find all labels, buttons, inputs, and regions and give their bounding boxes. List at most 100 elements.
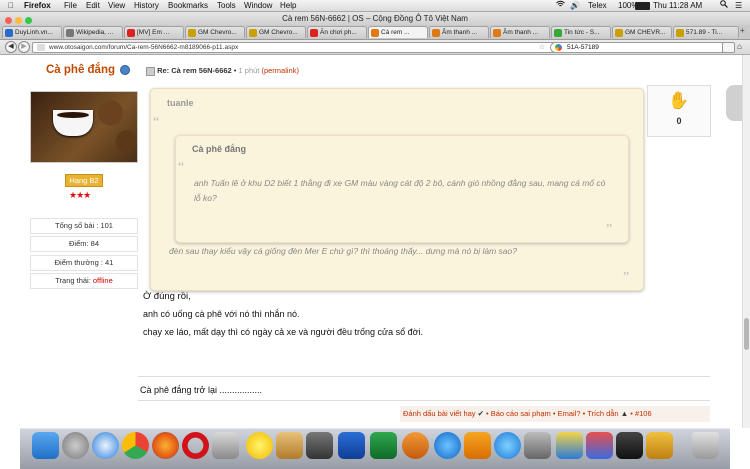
page-scrollbar[interactable] — [742, 55, 750, 428]
author-name[interactable]: Cà phê đắng — [46, 64, 131, 76]
movie-icon[interactable] — [616, 432, 643, 459]
tab-9[interactable]: Tin tức - S... — [551, 26, 611, 38]
facetime-icon[interactable] — [306, 432, 333, 459]
folder-icon[interactable] — [646, 432, 673, 459]
coffee-cup-icon — [53, 110, 93, 136]
tab-7[interactable]: Âm thanh ... — [429, 26, 489, 38]
tab-10[interactable]: GM CHEVR... — [612, 26, 672, 38]
stat-points: Điểm: 84 — [30, 236, 138, 252]
excel-icon[interactable] — [370, 432, 397, 459]
powerpoint-icon[interactable] — [402, 432, 429, 459]
chrome-icon[interactable] — [122, 432, 149, 459]
tab-favicon — [188, 29, 196, 37]
quote-text: anh Tuấn lê ở khu D2 biết 1 thằng đi xe … — [194, 178, 606, 203]
forward-icon[interactable]: ▶ — [18, 41, 30, 53]
spotlight-icon[interactable] — [720, 0, 728, 11]
firefox-icon[interactable] — [152, 432, 179, 459]
quote-link[interactable]: Trích dẫn — [587, 409, 618, 418]
contacts-icon[interactable] — [276, 432, 303, 459]
email-link[interactable]: Email? — [558, 409, 581, 418]
launchpad-icon[interactable] — [62, 432, 89, 459]
photos-icon[interactable] — [556, 432, 583, 459]
mark-good-post-link[interactable]: Đánh dấu bài viết hay — [403, 409, 476, 418]
menu-tools[interactable]: Tools — [217, 0, 236, 11]
menu-history[interactable]: History — [134, 0, 159, 11]
tab-favicon — [493, 29, 501, 37]
side-panel-handle[interactable] — [726, 85, 742, 121]
home-icon[interactable]: ⌂ — [737, 42, 746, 51]
permalink-link[interactable]: (permalink) — [261, 66, 299, 75]
quote-inner: Cà phê đắng “ anh Tuấn lê ở khu D2 biết … — [175, 135, 629, 243]
battery-icon — [635, 2, 650, 10]
opera-icon[interactable] — [182, 432, 209, 459]
menu-bookmarks[interactable]: Bookmarks — [168, 0, 208, 11]
tab-2[interactable]: [MV] Em ... — [124, 26, 184, 38]
post-number[interactable]: #106 — [635, 409, 652, 418]
bookmark-star-icon[interactable]: ☆ — [539, 43, 545, 52]
apple-icon[interactable]:  — [8, 0, 14, 11]
menu-app-name[interactable]: Firefox — [24, 0, 51, 11]
new-tab-icon[interactable]: + — [740, 26, 745, 35]
site-identity-icon[interactable] — [37, 44, 45, 51]
scrollbar-thumb[interactable] — [744, 318, 749, 350]
stat-posts: Tổng số bài : 101 — [30, 218, 138, 234]
tab-favicon — [66, 29, 74, 37]
tab-favicon — [554, 29, 562, 37]
minimize-window-button[interactable] — [15, 17, 22, 24]
tab-8[interactable]: Âm thanh ... — [490, 26, 550, 38]
safari-icon[interactable] — [92, 432, 119, 459]
tab-3[interactable]: GM Chevro... — [185, 26, 245, 38]
system-preferences-icon[interactable] — [524, 432, 551, 459]
tab-label: Âm thanh ... — [442, 29, 478, 36]
tab-favicon — [127, 29, 135, 37]
tab-1[interactable]: Wikipedia, ... — [63, 26, 123, 38]
messenger-icon[interactable] — [246, 432, 273, 459]
tab-label: Tin tức - S... — [564, 29, 600, 36]
menu-file[interactable]: File — [64, 0, 77, 11]
wifi-icon[interactable] — [556, 0, 565, 11]
url-bar[interactable]: www.otosaigon.com/forum/Ca-rem-56N6662-m… — [32, 42, 564, 53]
thumbs-up-icon[interactable]: ✋ — [668, 91, 689, 111]
menu-window[interactable]: Window — [244, 0, 272, 11]
tab-6-active[interactable]: Cà rem ... — [368, 26, 428, 38]
author-avatar[interactable] — [30, 91, 138, 163]
ibooks-icon[interactable] — [464, 432, 491, 459]
back-icon[interactable]: ◀ — [5, 41, 17, 53]
open-quote-icon: “ — [153, 115, 160, 130]
zoom-window-button[interactable] — [25, 17, 32, 24]
input-method-label[interactable]: Telex — [588, 0, 607, 11]
tab-5[interactable]: Ăn chơi ph... — [307, 26, 367, 38]
search-bar[interactable]: 51A-57189 ⚲ — [550, 42, 733, 53]
stat-bonus: Điểm thưởng : 41 — [30, 255, 138, 271]
menu-clock[interactable]: Thu 11:28 AM — [653, 0, 702, 11]
quote-author[interactable]: tuanle — [167, 98, 194, 108]
search-input: 51A-57189 — [567, 44, 599, 51]
word-icon[interactable] — [338, 432, 365, 459]
tab-0[interactable]: DuyLinh.vn... — [2, 26, 62, 38]
menu-edit[interactable]: Edit — [86, 0, 100, 11]
tab-favicon — [432, 29, 440, 37]
tab-11[interactable]: 571.89 - Ti... — [673, 26, 739, 38]
close-window-button[interactable] — [5, 17, 12, 24]
signature: Cà phê đắng trở lại ................. — [140, 385, 262, 395]
menu-help[interactable]: Help — [280, 0, 296, 11]
tab-label: 571.89 - Ti... — [686, 29, 723, 36]
downloads-icon[interactable] — [722, 42, 735, 53]
google-icon[interactable] — [555, 44, 562, 51]
preview-icon[interactable] — [212, 432, 239, 459]
menu-view[interactable]: View — [108, 0, 125, 11]
tab-favicon — [615, 29, 623, 37]
divider — [138, 400, 710, 401]
tab-favicon — [371, 29, 379, 37]
itunes-icon[interactable] — [434, 432, 461, 459]
quote-author[interactable]: Cà phê đắng — [192, 144, 246, 154]
report-link[interactable]: Báo cáo sai phạm — [491, 409, 551, 418]
tab-4[interactable]: GM Chevro... — [246, 26, 306, 38]
chevron-up-icon[interactable]: ▲ — [621, 409, 628, 418]
finder-icon[interactable] — [32, 432, 59, 459]
trash-icon[interactable] — [692, 432, 719, 459]
virtualbox-icon[interactable] — [586, 432, 613, 459]
volume-icon[interactable]: 🔊 — [570, 0, 580, 11]
app-store-icon[interactable] — [494, 432, 521, 459]
notification-icon[interactable]: ☰ — [735, 0, 742, 11]
